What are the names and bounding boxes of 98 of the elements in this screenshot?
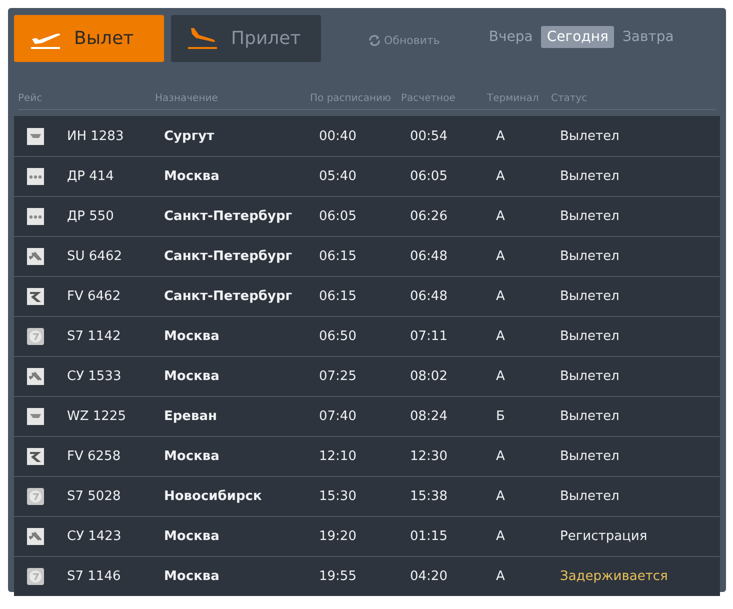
scheduled-time: 19:20 xyxy=(319,529,358,544)
estimated-time: 08:24 xyxy=(410,409,448,424)
destination: Москва xyxy=(164,529,220,544)
column-header: Назначение xyxy=(155,93,219,104)
terminal: A xyxy=(496,169,506,184)
destination: Санкт-Петербург xyxy=(164,289,294,304)
flight-status: Вылетел xyxy=(560,209,620,224)
terminal: Б xyxy=(496,409,506,424)
flight-status: Задерживается xyxy=(560,569,669,584)
airline-logo-icon xyxy=(27,528,44,545)
airline-logo-icon xyxy=(27,448,44,465)
estimated-time: 08:02 xyxy=(410,369,448,384)
flight-status: Вылетел xyxy=(560,409,620,424)
direction-tab[interactable]: Прилет xyxy=(171,14,321,62)
airline-logo-icon xyxy=(27,568,44,585)
refresh-icon xyxy=(368,34,381,47)
estimated-time: 15:38 xyxy=(410,489,448,504)
flight-number: ДР 414 xyxy=(67,169,115,184)
scheduled-time: 15:30 xyxy=(319,489,358,504)
flight-status: Вылетел xyxy=(560,369,620,384)
destination: Москва xyxy=(164,569,220,584)
column-header: Терминал xyxy=(487,93,540,104)
destination: Москва xyxy=(164,329,220,344)
airline-logo-icon xyxy=(27,328,44,345)
destination: Новосибирск xyxy=(164,489,263,504)
airline-logo-icon xyxy=(27,208,44,225)
destination: Москва xyxy=(164,449,220,464)
terminal: A xyxy=(496,529,506,544)
terminal: A xyxy=(496,449,506,464)
flight-number: ДР 550 xyxy=(67,209,115,224)
scheduled-time: 06:15 xyxy=(319,289,358,304)
flight-number: S7 5028 xyxy=(67,489,122,504)
estimated-time: 06:05 xyxy=(410,169,448,184)
column-header: Рейс xyxy=(18,93,44,104)
scheduled-time: 07:25 xyxy=(319,369,358,384)
day-tab[interactable]: Вчера xyxy=(482,26,539,48)
terminal: A xyxy=(496,329,506,344)
destination: Ереван xyxy=(164,409,218,424)
flight-status: Вылетел xyxy=(560,489,620,504)
terminal: A xyxy=(496,129,506,144)
flight-status: Вылетел xyxy=(560,329,620,344)
scheduled-time: 06:50 xyxy=(319,329,358,344)
estimated-time: 06:26 xyxy=(410,209,448,224)
airline-logo-icon xyxy=(27,128,44,145)
direction-tab[interactable]: Вылет xyxy=(14,14,164,62)
flight-number: S7 1146 xyxy=(67,569,122,584)
flight-number: FV 6258 xyxy=(67,449,122,464)
airline-logo-icon xyxy=(27,368,44,385)
airline-logo-icon xyxy=(27,488,44,505)
flight-status: Вылетел xyxy=(560,129,620,144)
terminal: A xyxy=(496,289,506,304)
terminal: A xyxy=(496,249,506,264)
estimated-time: 00:54 xyxy=(410,129,448,144)
flight-number: СУ 1533 xyxy=(67,369,122,384)
estimated-time: 04:20 xyxy=(410,569,448,584)
estimated-time: 06:48 xyxy=(410,289,448,304)
destination: Санкт-Петербург xyxy=(164,249,294,264)
flight-status: Регистрация xyxy=(560,529,648,544)
column-header: Статус xyxy=(551,93,588,104)
flight-status: Вылетел xyxy=(560,249,620,264)
flight-number: SU 6462 xyxy=(67,249,123,264)
day-tab[interactable]: Завтра xyxy=(616,26,680,48)
scheduled-time: 00:40 xyxy=(319,129,358,144)
destination: Москва xyxy=(164,369,220,384)
scheduled-time: 06:15 xyxy=(319,249,358,264)
refresh-button[interactable]: Обновить xyxy=(368,34,440,47)
scheduled-time: 19:55 xyxy=(319,569,358,584)
destination: Москва xyxy=(164,169,220,184)
day-tab[interactable]: Сегодня xyxy=(540,26,614,48)
flight-number: ИН 1283 xyxy=(67,129,125,144)
flight-number: FV 6462 xyxy=(67,289,122,304)
flight-status: Вылетел xyxy=(560,289,620,304)
destination: Санкт-Петербург xyxy=(164,209,294,224)
plane-landing-icon xyxy=(187,26,219,50)
destination: Сургут xyxy=(164,129,216,144)
estimated-time: 06:48 xyxy=(410,249,448,264)
scheduled-time: 07:40 xyxy=(319,409,358,424)
flight-status: Вылетел xyxy=(560,169,620,184)
column-header: По расписанию xyxy=(310,93,392,104)
flight-number: S7 1142 xyxy=(67,329,122,344)
scheduled-time: 12:10 xyxy=(319,449,358,464)
airline-logo-icon xyxy=(27,288,44,305)
flight-number: WZ 1225 xyxy=(67,409,127,424)
estimated-time: 01:15 xyxy=(410,529,448,544)
column-header: Расчетное xyxy=(401,93,456,104)
flight-number: СУ 1423 xyxy=(67,529,122,544)
scheduled-time: 05:40 xyxy=(319,169,358,184)
flight-status: Вылетел xyxy=(560,449,620,464)
terminal: A xyxy=(496,569,506,584)
scheduled-time: 06:05 xyxy=(319,209,358,224)
airline-logo-icon xyxy=(27,168,44,185)
terminal: A xyxy=(496,489,506,504)
estimated-time: 07:11 xyxy=(410,329,448,344)
estimated-time: 12:30 xyxy=(410,449,448,464)
terminal: A xyxy=(496,369,506,384)
airline-logo-icon xyxy=(27,248,44,265)
airline-logo-icon xyxy=(27,408,44,425)
terminal: A xyxy=(496,209,506,224)
